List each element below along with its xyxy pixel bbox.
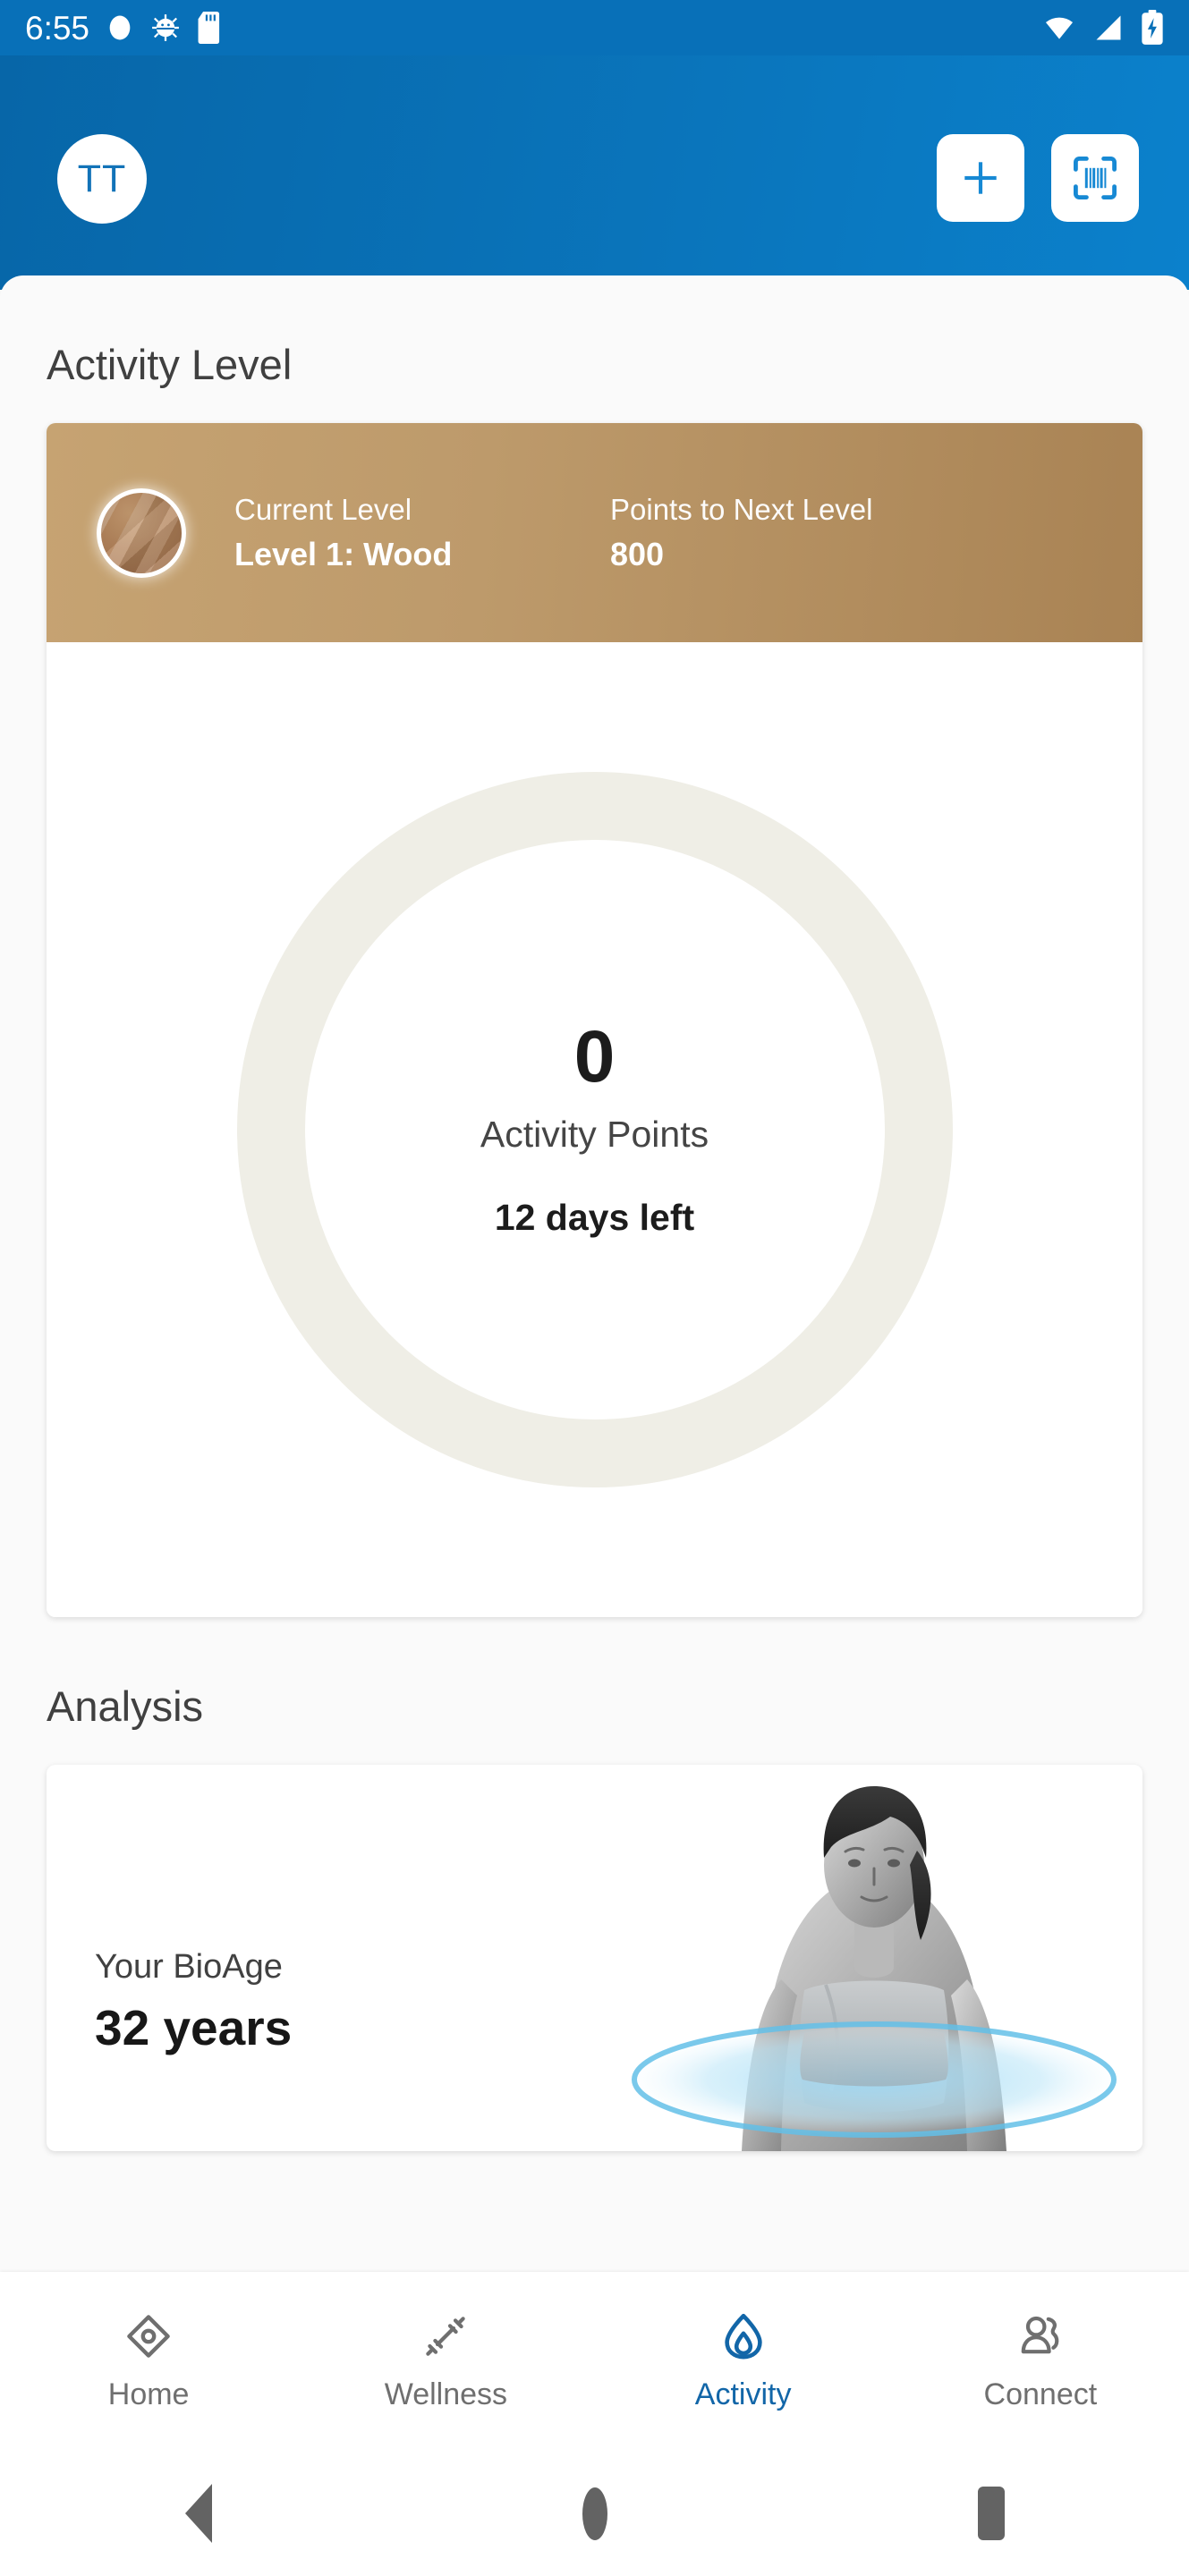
- nav-item-connect[interactable]: Connect: [892, 2272, 1189, 2451]
- circle-dot-icon: [109, 15, 131, 40]
- bioage-photo-illustration: [606, 1765, 1142, 2151]
- dumbbell-icon: [426, 2316, 466, 2356]
- status-bar-clock: 6:55: [25, 9, 90, 47]
- level-header: Current Level Level 1: Wood Points to Ne…: [47, 423, 1142, 642]
- avatar[interactable]: TT: [57, 134, 147, 224]
- add-icon: [964, 162, 997, 194]
- app-bar-actions: [937, 134, 1139, 222]
- points-next-label: Points to Next Level: [610, 492, 873, 526]
- wood-gem-badge-icon: [97, 487, 186, 578]
- days-left-text: 12 days left: [494, 1197, 695, 1238]
- wifi-icon: [1045, 17, 1074, 39]
- battery-charging-icon: [1142, 10, 1163, 45]
- avatar-initials: TT: [77, 157, 127, 200]
- android-home-button[interactable]: [396, 2487, 793, 2540]
- bioage-label: Your BioAge: [95, 1948, 283, 1986]
- bioage-card[interactable]: Your BioAge 32 years: [47, 1765, 1142, 2151]
- add-button[interactable]: [937, 134, 1024, 222]
- nav-item-home[interactable]: Home: [0, 2272, 297, 2451]
- recents-square-icon: [977, 2487, 1005, 2540]
- points-next-value: 800: [610, 535, 665, 572]
- sd-card-icon: [198, 12, 220, 44]
- activity-points-caption: Activity Points: [480, 1114, 709, 1155]
- nav-label-connect: Connect: [983, 2377, 1098, 2411]
- current-level-value: Level 1: Wood: [234, 535, 453, 572]
- nav-item-activity[interactable]: Activity: [595, 2272, 892, 2451]
- nav-label-activity: Activity: [694, 2377, 792, 2411]
- bottom-navigation: Home Wellness Activity Connect: [0, 2272, 1189, 2451]
- phone-screen: 6:55 TT Activity Level Current Level Lev…: [0, 0, 1189, 2576]
- android-recents-button[interactable]: [793, 2487, 1189, 2540]
- activity-level-card[interactable]: Current Level Level 1: Wood Points to Ne…: [47, 423, 1142, 1617]
- nav-item-wellness[interactable]: Wellness: [297, 2272, 594, 2451]
- cellular-signal-icon: [1096, 15, 1121, 40]
- android-back-button[interactable]: [0, 2484, 396, 2543]
- status-bar: 6:55: [0, 0, 1189, 55]
- bioage-text-block: Your BioAge 32 years: [95, 1948, 292, 2056]
- status-bar-left: 6:55: [25, 12, 223, 45]
- current-level-label: Current Level: [234, 492, 412, 526]
- home-diamond-icon: [127, 2314, 170, 2358]
- nav-label-wellness: Wellness: [384, 2377, 508, 2411]
- activity-points-value: 0: [573, 1016, 616, 1097]
- back-triangle-icon: [184, 2484, 212, 2543]
- home-pill-icon: [582, 2487, 607, 2540]
- android-system-nav: [0, 2451, 1189, 2576]
- activity-ring: 0 Activity Points 12 days left: [236, 772, 953, 1487]
- barcode-scan-icon: [1074, 157, 1117, 199]
- people-icon: [1021, 2316, 1059, 2353]
- status-bar-right: [1042, 10, 1164, 46]
- nav-label-home: Home: [107, 2377, 190, 2411]
- android-bug-icon: [152, 14, 179, 41]
- app-bar: TT: [0, 55, 1189, 290]
- scan-button[interactable]: [1051, 134, 1139, 222]
- fitness-woman-scan-photo: [606, 1765, 1142, 2151]
- activity-ring-area: 0 Activity Points 12 days left: [47, 642, 1142, 1617]
- analysis-title: Analysis: [47, 1682, 204, 1730]
- flame-icon: [724, 2313, 762, 2359]
- current-level-block: Current Level Level 1: Wood: [234, 493, 610, 573]
- activity-ring-center: 0 Activity Points 12 days left: [480, 1021, 709, 1239]
- bioage-value: 32 years: [95, 2000, 293, 2055]
- points-to-next-block: Points to Next Level 800: [610, 493, 873, 573]
- activity-level-title: Activity Level: [47, 341, 293, 388]
- content-panel[interactable]: Activity Level Current Level Level 1: Wo…: [0, 275, 1189, 2272]
